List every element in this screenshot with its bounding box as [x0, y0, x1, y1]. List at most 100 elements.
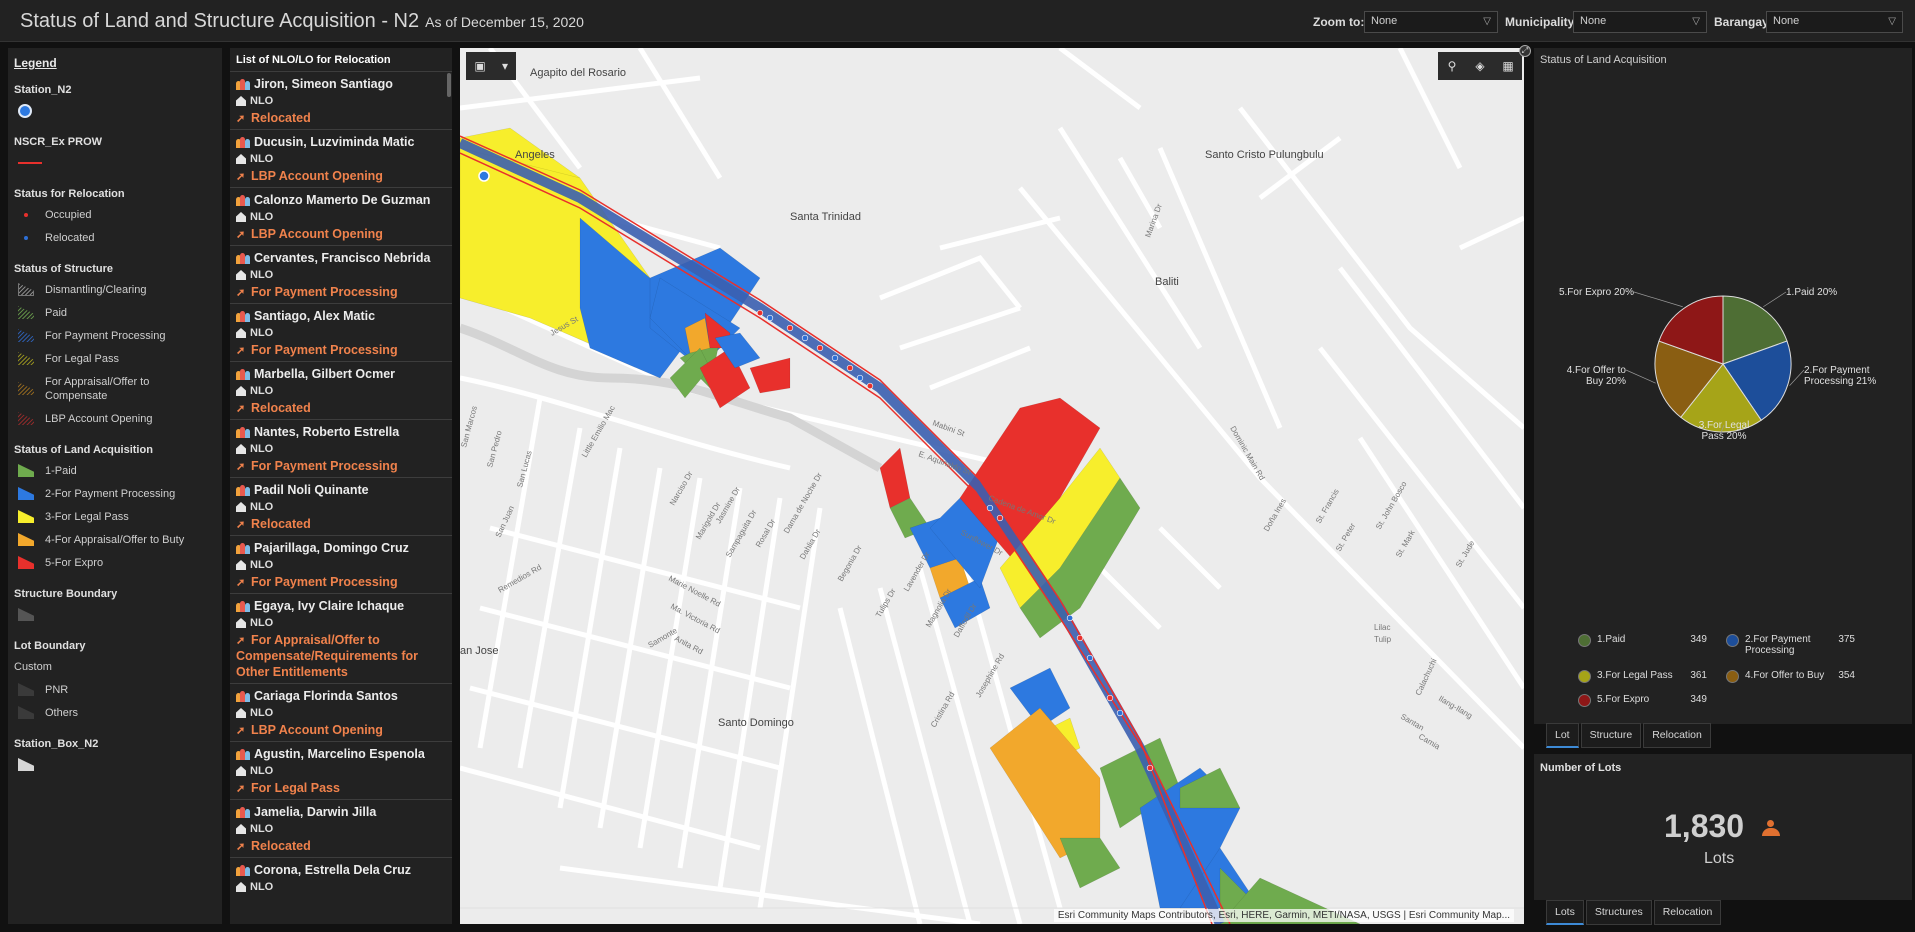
occupied-marker[interactable]	[1076, 634, 1084, 642]
tab-lots[interactable]: Lots	[1546, 900, 1584, 925]
hatched-polygon-icon	[18, 382, 36, 396]
list-item-name: Calonzo Mamerto De Guzman	[236, 192, 446, 208]
street	[837, 607, 923, 924]
tab-relocation[interactable]: Relocation	[1643, 723, 1711, 748]
legend-item-land-legal: 3-For Legal Pass	[18, 510, 216, 524]
list-item[interactable]: Jiron, Simeon Santiago NLO ➚ Relocated	[230, 71, 452, 129]
street	[517, 427, 583, 769]
occupied-marker[interactable]	[816, 344, 824, 352]
relocated-marker[interactable]	[1116, 709, 1124, 717]
list-item[interactable]: Jamelia, Darwin Jilla NLO ➚ Relocated	[230, 799, 452, 857]
municipality-label: Municipality	[1505, 15, 1575, 29]
parcel[interactable]	[1059, 837, 1121, 889]
occupied-marker[interactable]	[1146, 764, 1154, 772]
yellow-polygon-icon	[18, 510, 36, 524]
relocated-marker[interactable]	[1066, 614, 1074, 622]
house-icon	[236, 270, 246, 280]
station-marker[interactable]	[478, 170, 490, 182]
pie-chart[interactable]: 1.Paid 20% 2.For Payment Processing 21% 3.F…	[1534, 238, 1912, 658]
pie-legend-value: 349	[1690, 634, 1707, 645]
relocated-marker[interactable]	[801, 334, 809, 342]
pie-legend-item[interactable]: 3.For Legal Pass 361	[1578, 670, 1707, 683]
list-item[interactable]: Marbella, Gilbert Ocmer NLO ➚ Relocated	[230, 361, 452, 419]
list-item-status: ➚ For Appraisal/Offer to Compensate/Requi…	[236, 633, 418, 679]
zoom-label: Zoom to:	[1313, 15, 1365, 29]
tab-structures[interactable]: Structures	[1585, 900, 1652, 925]
layers-icon[interactable]: ◈	[1466, 52, 1494, 80]
occupied-marker[interactable]	[866, 382, 874, 390]
municipality-select[interactable]: None ▽	[1573, 11, 1707, 33]
list-item-status: ➚ For Payment Processing	[236, 459, 398, 473]
relocated-marker[interactable]	[856, 374, 864, 382]
chevron-down-icon[interactable]: ▾	[494, 52, 516, 80]
legend-dot-icon	[1578, 694, 1591, 707]
list-item[interactable]: Cervantes, Francisco Nebrida NLO ➚ For Paym…	[230, 245, 452, 303]
people-icon	[236, 484, 250, 496]
occupied-marker[interactable]	[756, 309, 764, 317]
list-item-type: NLO	[236, 821, 446, 837]
parcel[interactable]	[749, 357, 791, 394]
relocated-marker[interactable]	[1086, 654, 1094, 662]
list-item[interactable]: Santiago, Alex Matic NLO ➚ For Payment Proc…	[230, 303, 452, 361]
people-icon	[236, 748, 250, 760]
pie-legend-item[interactable]: 1.Paid 349	[1578, 634, 1707, 647]
list-scrollbar[interactable]	[447, 73, 451, 97]
street-label: Santan	[1399, 712, 1425, 732]
basemap-toggle-button[interactable]: ▣	[466, 52, 494, 80]
legend-item-land-payment: 2-For Payment Processing	[18, 487, 216, 501]
occupied-marker[interactable]	[786, 324, 794, 332]
list-item[interactable]: Agustin, Marcelino Espenola NLO ➚ For Legal…	[230, 741, 452, 799]
list-item[interactable]: Calonzo Mamerto De Guzman NLO ➚ LBP Account…	[230, 187, 452, 245]
legend-item-legal-structure: For Legal Pass	[18, 352, 216, 366]
pie-slice-label: 2.For Payment Processing 21%	[1804, 365, 1876, 387]
legend-group-station-box: Station_Box_N2	[14, 738, 99, 750]
search-icon[interactable]: ⚲	[1438, 52, 1466, 80]
parcel[interactable]	[989, 707, 1101, 859]
occupied-marker[interactable]	[1106, 694, 1114, 702]
list-item[interactable]: Pajarillaga, Domingo Cruz NLO ➚ For Payment…	[230, 535, 452, 593]
basemap-gallery-icon[interactable]: ▦	[1494, 52, 1522, 80]
zoom-select[interactable]: None ▽	[1364, 11, 1498, 33]
tab-structure[interactable]: Structure	[1580, 723, 1642, 748]
pie-legend-item[interactable]: 2.For Payment Processing 375	[1726, 634, 1855, 656]
street	[1458, 215, 1524, 251]
house-icon	[236, 766, 246, 776]
list-container[interactable]: Jiron, Simeon Santiago NLO ➚ Relocated Ducus…	[230, 71, 452, 898]
map-view[interactable]: Agapito del Rosario Angeles Santo Cristo P…	[460, 48, 1524, 924]
pie-legend-item[interactable]: 4.For Offer to Buy 354	[1726, 670, 1855, 683]
tab-relocation-count[interactable]: Relocation	[1653, 900, 1722, 925]
relocated-marker[interactable]	[986, 504, 994, 512]
list-item-name: Corona, Estrella Dela Cruz	[236, 862, 446, 878]
pie-slice-label: 5.For Expro 20%	[1559, 287, 1634, 298]
people-icon	[236, 864, 250, 876]
parcel[interactable]	[879, 447, 911, 509]
list-item[interactable]: Padil Noli Quinante NLO ➚ Relocated	[230, 477, 452, 535]
pie-legend-item[interactable]: 5.For Expro 349	[1578, 694, 1707, 707]
street	[1098, 566, 1162, 630]
pie-leader-line	[1625, 369, 1656, 384]
list-title: List of NLO/LO for Relocation	[236, 54, 391, 66]
tab-lot[interactable]: Lot	[1546, 723, 1579, 748]
list-item[interactable]: Egaya, Ivy Claire Ichaque NLO ➚ For Apprais…	[230, 593, 452, 683]
house-icon	[236, 444, 246, 454]
list-item-status: ➚ Relocated	[236, 839, 311, 853]
blue-polygon-icon	[18, 487, 36, 501]
list-item[interactable]: Corona, Estrella Dela Cruz NLO	[230, 857, 452, 898]
list-item[interactable]: Cariaga Florinda Santos NLO ➚ LBP Account O…	[230, 683, 452, 741]
expand-icon[interactable]: ⤢	[1519, 45, 1531, 57]
pie-slice-label: 3.For Legal Pass 20%	[1699, 420, 1750, 442]
list-item[interactable]: Nantes, Roberto Estrella NLO ➚ For Payment …	[230, 419, 452, 477]
relocated-marker[interactable]	[766, 314, 774, 322]
street-label: San Lucas	[515, 450, 533, 489]
parcel[interactable]	[1179, 767, 1241, 809]
occupied-marker[interactable]	[846, 364, 854, 372]
relocated-marker[interactable]	[831, 354, 839, 362]
occupied-marker[interactable]	[996, 514, 1004, 522]
map-canvas[interactable]: Agapito del Rosario Angeles Santo Cristo P…	[460, 48, 1524, 924]
list-item-type: NLO	[236, 763, 446, 779]
barangay-select[interactable]: None ▽	[1766, 11, 1903, 33]
legend-item-payment-structure: For Payment Processing	[18, 329, 216, 343]
legend-group-prow: NSCR_Ex PROW	[14, 136, 103, 148]
list-item-type: NLO	[236, 557, 446, 573]
list-item[interactable]: Ducusin, Luzviminda Matic NLO ➚ LBP Account…	[230, 129, 452, 187]
